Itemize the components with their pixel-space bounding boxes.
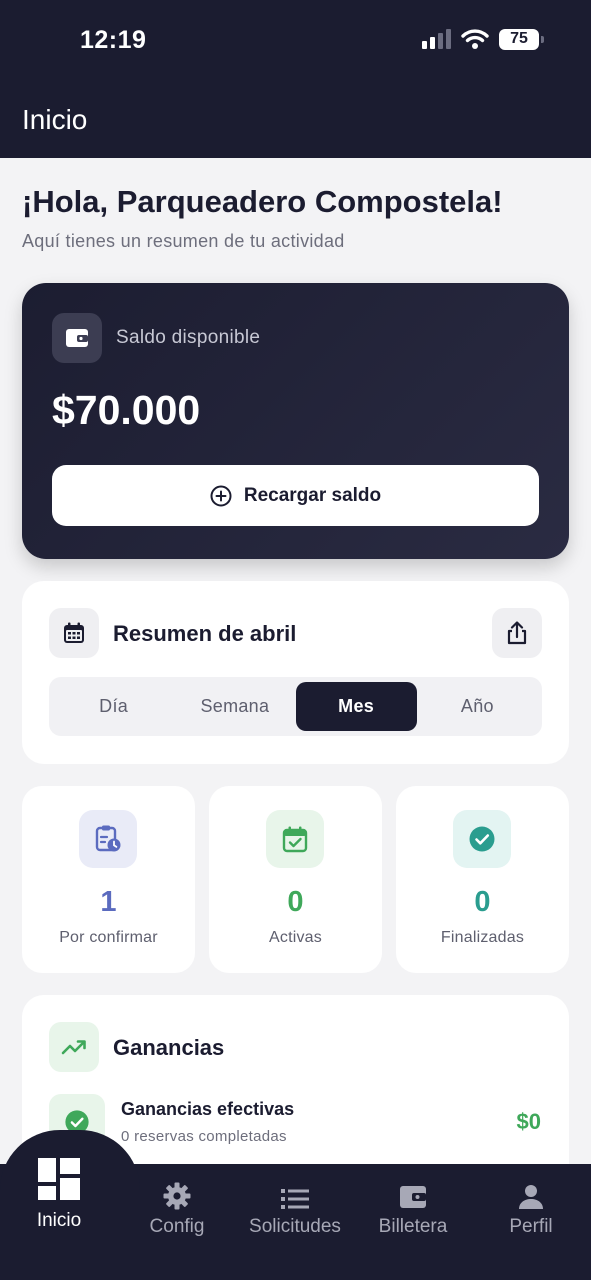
nav-label-billetera: Billetera — [378, 1216, 448, 1237]
dashboard-icon — [38, 1158, 80, 1200]
greeting-subtitle: Aquí tienes un resumen de tu actividad — [22, 231, 345, 251]
stat-label-active: Activas — [269, 929, 322, 946]
stat-value-pending: 1 — [100, 886, 117, 918]
stat-label-finished: Finalizadas — [440, 929, 525, 946]
nav-label-solicitudes: Solicitudes — [249, 1216, 341, 1237]
calendar-check-icon — [266, 810, 324, 868]
nav-label-inicio: Inicio — [36, 1210, 82, 1231]
nav-item-perfil[interactable]: Perfil — [472, 1166, 590, 1246]
balance-label: Saldo disponible — [116, 327, 261, 348]
period-tab-year[interactable]: Año — [417, 682, 538, 731]
status-icons: 75 — [422, 28, 544, 50]
stat-card-finished[interactable]: 0 Finalizadas — [396, 786, 569, 973]
top-bar: 12:19 75 Inicio — [0, 0, 591, 158]
nav-label-perfil: Perfil — [509, 1216, 553, 1237]
summary-card: Resumen de abril Día Semana Mes Año — [22, 581, 569, 764]
share-button[interactable] — [492, 608, 542, 658]
signal-icon — [422, 29, 451, 49]
nav-label-config: Config — [149, 1216, 205, 1237]
list-icon — [281, 1189, 309, 1209]
share-icon — [507, 621, 527, 645]
battery-indicator: 75 — [499, 28, 544, 50]
stat-card-pending[interactable]: 1 Por confirmar — [22, 786, 195, 973]
summary-title: Resumen de abril — [113, 621, 297, 646]
wallet-icon — [400, 1186, 426, 1208]
greeting-title: ¡Hola, Parqueadero Compostela! — [22, 184, 503, 219]
stat-card-active[interactable]: 0 Activas — [209, 786, 382, 973]
gear-icon — [163, 1182, 191, 1210]
recharge-button[interactable]: Recargar saldo — [52, 465, 539, 526]
stat-value-finished: 0 — [474, 886, 491, 918]
plus-circle-icon — [210, 485, 232, 506]
earnings-title: Ganancias — [113, 1035, 225, 1060]
stat-label-pending: Por confirmar — [59, 929, 158, 946]
earnings-row-amount: $0 — [516, 1109, 541, 1134]
calendar-icon — [49, 608, 99, 658]
period-tab-month[interactable]: Mes — [295, 682, 417, 731]
period-selector: Día Semana Mes Año — [49, 677, 542, 736]
trending-up-icon — [49, 1022, 99, 1072]
balance-amount: $70.000 — [52, 387, 201, 433]
nav-item-config[interactable]: Config — [118, 1166, 236, 1246]
clipboard-clock-icon — [79, 810, 137, 868]
period-tab-day[interactable]: Día — [53, 682, 174, 731]
status-time: 12:19 — [80, 26, 147, 54]
page-title: Inicio — [22, 104, 88, 135]
recharge-button-label: Recargar saldo — [243, 484, 382, 506]
wifi-icon — [461, 29, 489, 49]
earnings-row-subtitle: 0 reservas completadas — [121, 1128, 287, 1145]
period-tab-week[interactable]: Semana — [174, 682, 295, 731]
check-circle-icon — [453, 810, 511, 868]
earnings-row-title: Ganancias efectivas — [121, 1099, 295, 1119]
nav-item-solicitudes[interactable]: Solicitudes — [236, 1166, 354, 1246]
nav-item-billetera[interactable]: Billetera — [354, 1166, 472, 1246]
person-icon — [519, 1185, 543, 1209]
nav-item-inicio[interactable]: Inicio — [0, 1152, 118, 1232]
wallet-icon — [52, 313, 102, 363]
balance-card: Saldo disponible $70.000 Recargar saldo — [22, 283, 569, 559]
stat-value-active: 0 — [287, 886, 304, 918]
